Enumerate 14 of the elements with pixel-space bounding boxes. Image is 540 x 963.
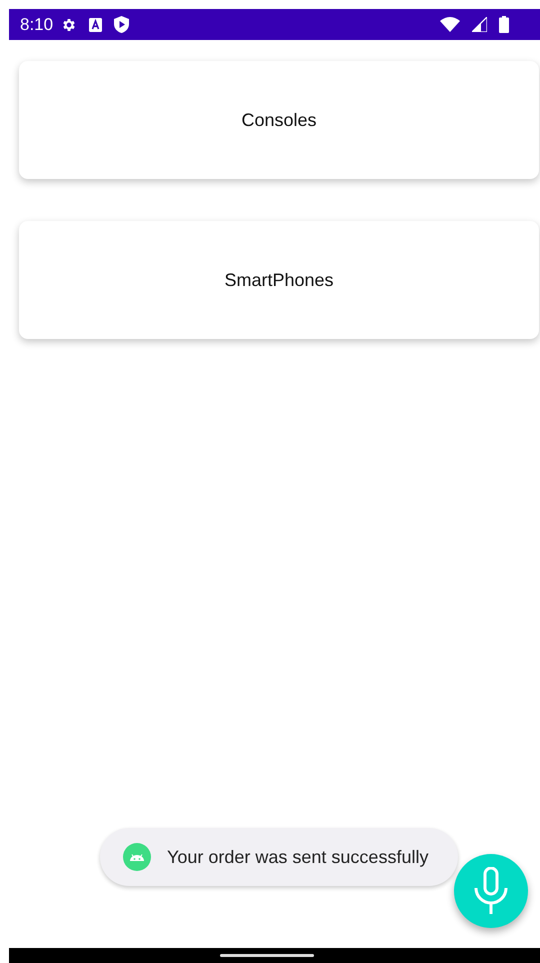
microphone-button[interactable] bbox=[454, 854, 528, 928]
gear-icon bbox=[61, 16, 78, 32]
android-icon bbox=[123, 843, 151, 871]
clock-time: 8:10 bbox=[20, 14, 54, 34]
shield-play-icon bbox=[114, 16, 130, 33]
signal-icon bbox=[472, 17, 487, 32]
microphone-icon bbox=[474, 867, 508, 915]
category-card[interactable]: SmartPhones bbox=[19, 221, 539, 339]
battery-icon bbox=[499, 16, 509, 33]
toast-message: Your order was sent successfully bbox=[167, 846, 428, 868]
home-handle[interactable] bbox=[220, 954, 314, 957]
category-card[interactable]: Consoles bbox=[19, 61, 539, 179]
wifi-icon bbox=[440, 17, 460, 32]
font-icon bbox=[89, 18, 102, 32]
